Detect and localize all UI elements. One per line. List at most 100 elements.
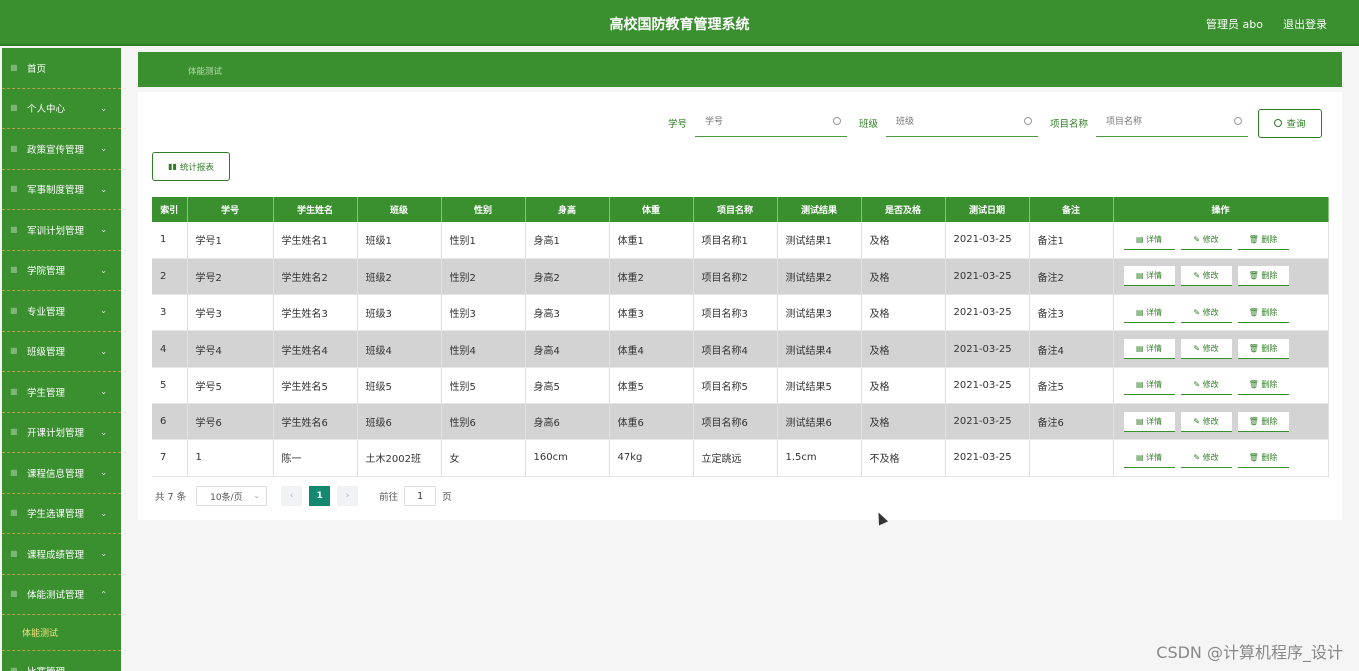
table-cell: 身高1 bbox=[525, 222, 610, 259]
sidebar-item[interactable]: ■ 首页 bbox=[2, 48, 121, 89]
detail-button[interactable]: ▤ 详情 bbox=[1123, 302, 1175, 323]
delete-button[interactable]: 🗑 删除 bbox=[1237, 411, 1289, 432]
actions-cell: ▤ 详情 ✎ 修改 🗑 删除 bbox=[1113, 439, 1329, 477]
sidebar-item[interactable]: ■ 政策宣传管理 ⌄ bbox=[2, 129, 121, 170]
project-name-input[interactable] bbox=[1096, 109, 1216, 135]
table-cell: 体重4 bbox=[609, 330, 694, 368]
next-page-button[interactable]: › bbox=[337, 486, 359, 506]
detail-button[interactable]: ▤ 详情 bbox=[1123, 447, 1175, 468]
sidebar-item-label: 专业管理 bbox=[27, 306, 66, 318]
sidebar-item[interactable]: ■ 学生管理 ⌄ bbox=[2, 372, 121, 413]
edit-button[interactable]: ✎ 修改 bbox=[1180, 375, 1232, 396]
sidebar-item[interactable]: ■ 学生选课管理 ⌄ bbox=[2, 494, 121, 534]
edit-button[interactable]: ✎ 修改 bbox=[1180, 229, 1232, 250]
column-header: 身高 bbox=[525, 197, 610, 222]
search-icon bbox=[1023, 117, 1032, 125]
detail-button[interactable]: ▤ 详情 bbox=[1123, 375, 1175, 396]
table-cell: 体重6 bbox=[609, 403, 694, 441]
goto-page-input[interactable] bbox=[404, 486, 437, 506]
table-row: 6 学号6 学生姓名6 班级6 性别6 身高6 体重6 项目名称6 测试结果6 及格 2021-03… bbox=[152, 403, 1329, 441]
delete-button[interactable]: 🗑 删除 bbox=[1237, 266, 1289, 287]
table-cell: 备注2 bbox=[1029, 258, 1114, 296]
edit-button[interactable]: ✎ 修改 bbox=[1180, 302, 1232, 323]
main-panel: 学号 班级 项目名称 查询 ▮▮ 统计报表 索引学号学生姓名班级性别身高体重项目 bbox=[138, 92, 1342, 520]
pagination: 共 7 条 10条/页 ⌄ ‹ 1 › 前往 页 bbox=[155, 486, 452, 506]
trash-icon: 🗑 bbox=[1248, 416, 1262, 426]
sidebar-subitem-fitness-test[interactable]: 体能测试 bbox=[2, 615, 121, 651]
table-cell: 身高5 bbox=[525, 367, 610, 404]
detail-button[interactable]: ▤ 详情 bbox=[1123, 229, 1175, 250]
page-button-1[interactable]: 1 bbox=[309, 486, 331, 506]
table-cell: 备注4 bbox=[1029, 330, 1114, 368]
detail-button[interactable]: ▤ 详情 bbox=[1123, 266, 1175, 287]
table-row: 7 1 陈一 土木2002班女 160cm 47kg 立定跳远 1.5cm 不及格 2021-03… bbox=[152, 439, 1329, 477]
table-cell: 6 bbox=[152, 403, 188, 441]
sidebar-item[interactable]: ■ 课程成绩管理 ⌄ bbox=[2, 534, 121, 575]
class-field[interactable] bbox=[885, 109, 1038, 137]
table-cell: 性别6 bbox=[441, 403, 526, 441]
page-size-select[interactable]: 10条/页 ⌄ bbox=[196, 486, 268, 506]
delete-button[interactable]: 🗑 删除 bbox=[1237, 339, 1289, 360]
table-cell: 班级6 bbox=[357, 403, 442, 441]
pencil-icon: ✎ bbox=[1193, 271, 1203, 281]
delete-label: 删除 bbox=[1261, 344, 1278, 354]
table-cell: 陈一 bbox=[273, 439, 358, 477]
delete-label: 删除 bbox=[1261, 416, 1278, 426]
delete-button[interactable]: 🗑 删除 bbox=[1237, 302, 1289, 323]
column-header: 性别 bbox=[441, 197, 526, 222]
table-row: 1 学号1 学生姓名1 班级1 性别1 身高1 体重1 项目名称1 测试结果1 及格 2021-03… bbox=[152, 222, 1329, 259]
prev-page-button[interactable]: ‹ bbox=[281, 486, 303, 506]
table-cell: 1.5cm bbox=[777, 439, 862, 477]
chevron-icon: ⌄ bbox=[100, 103, 107, 113]
table-cell: 学生姓名5 bbox=[273, 367, 358, 404]
class-input[interactable] bbox=[885, 109, 1006, 135]
sidebar-item[interactable]: ■ 军训计划管理 ⌄ bbox=[2, 210, 121, 251]
edit-button[interactable]: ✎ 修改 bbox=[1180, 447, 1232, 468]
chevron-icon: ⌄ bbox=[100, 508, 107, 518]
project-name-field[interactable] bbox=[1096, 109, 1248, 137]
edit-button[interactable]: ✎ 修改 bbox=[1180, 266, 1232, 287]
student-id-field[interactable] bbox=[694, 109, 847, 137]
sidebar-item[interactable]: ■ 军事制度管理 ⌄ bbox=[2, 170, 121, 210]
delete-button[interactable]: 🗑 删除 bbox=[1237, 375, 1289, 396]
sidebar-item[interactable]: ■ 开课计划管理 ⌄ bbox=[2, 413, 121, 453]
sidebar-item[interactable]: ■ 专业管理 ⌄ bbox=[2, 291, 121, 332]
search-label-class: 班级 bbox=[858, 119, 878, 130]
table-cell: 身高6 bbox=[525, 403, 610, 441]
edit-button[interactable]: ✎ 修改 bbox=[1180, 339, 1232, 360]
pencil-icon: ✎ bbox=[1193, 380, 1203, 390]
table-cell: 2021-03-25 bbox=[945, 222, 1030, 259]
table-cell: 不及格 bbox=[861, 439, 946, 477]
delete-button[interactable]: 🗑 删除 bbox=[1237, 447, 1289, 468]
table-cell: 及格 bbox=[861, 294, 946, 332]
query-button[interactable]: 查询 bbox=[1258, 108, 1322, 138]
actions-cell: ▤ 详情 ✎ 修改 🗑 删除 bbox=[1113, 258, 1329, 296]
trash-icon: 🗑 bbox=[1248, 271, 1262, 281]
stats-report-button[interactable]: ▮▮ 统计报表 bbox=[152, 152, 230, 181]
detail-icon: ▤ bbox=[1135, 307, 1147, 317]
sidebar-item[interactable]: ■ 个人中心 ⌄ bbox=[2, 89, 121, 129]
sidebar-item[interactable]: ■ 学院管理 ⌄ bbox=[2, 251, 121, 291]
detail-button[interactable]: ▤ 详情 bbox=[1123, 411, 1175, 432]
pencil-icon: ✎ bbox=[1193, 234, 1203, 244]
logout-link[interactable]: 退出登录 bbox=[1283, 16, 1327, 32]
student-id-input[interactable] bbox=[694, 109, 815, 135]
edit-button[interactable]: ✎ 修改 bbox=[1180, 411, 1232, 432]
sidebar-item[interactable]: ■ 班级管理 ⌄ bbox=[2, 332, 121, 372]
actions-cell: ▤ 详情 ✎ 修改 🗑 删除 bbox=[1113, 367, 1329, 404]
sidebar-item-label: 学生管理 bbox=[27, 387, 66, 399]
table-cell: 2021-03-25 bbox=[945, 403, 1030, 441]
delete-button[interactable]: 🗑 删除 bbox=[1237, 229, 1289, 250]
table-cell: 班级5 bbox=[357, 367, 442, 404]
chevron-icon: ⌄ bbox=[100, 346, 107, 356]
sidebar-item[interactable]: ■ 体能测试管理 ⌃ bbox=[2, 575, 121, 615]
menu-icon: ■ bbox=[10, 305, 18, 315]
table-cell: 身高2 bbox=[525, 258, 610, 296]
detail-button[interactable]: ▤ 详情 bbox=[1123, 339, 1175, 360]
sidebar-item[interactable]: ■ 比赛管理 bbox=[2, 651, 121, 671]
table-cell: 体重2 bbox=[609, 258, 694, 296]
sidebar-item-label: 班级管理 bbox=[27, 347, 66, 359]
detail-label: 详情 bbox=[1146, 344, 1163, 354]
search-bar: 学号 班级 项目名称 查询 bbox=[656, 108, 1322, 138]
sidebar-item[interactable]: ■ 课程信息管理 ⌄ bbox=[2, 453, 121, 494]
